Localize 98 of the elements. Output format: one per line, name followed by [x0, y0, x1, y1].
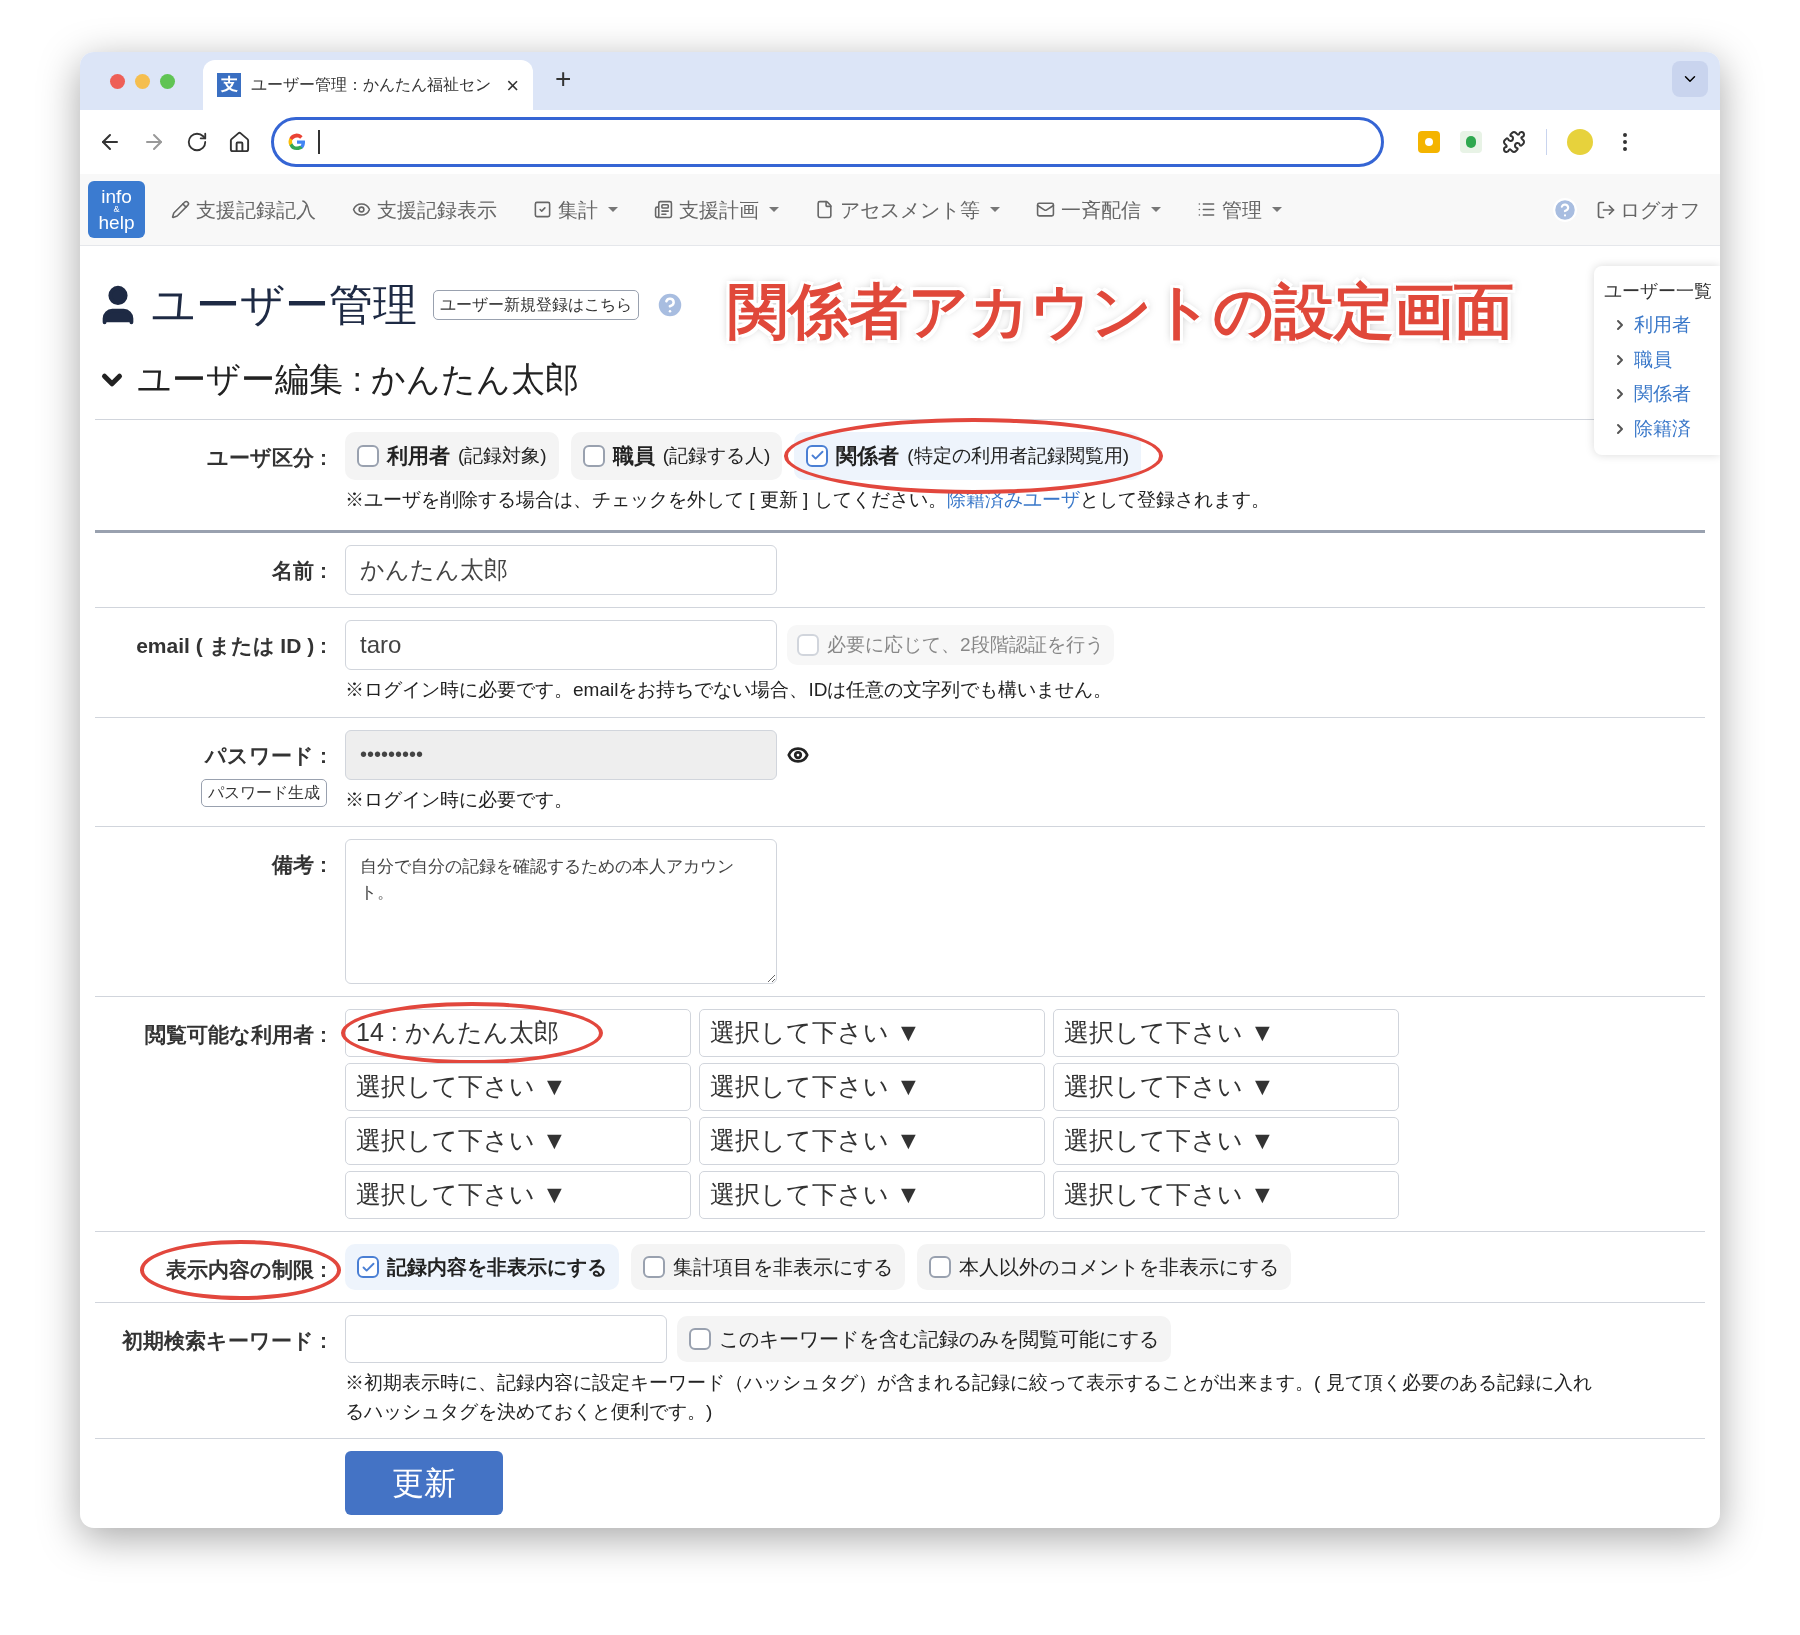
user-select[interactable]: 選択して下さい ▼	[1053, 1009, 1399, 1057]
checkbox[interactable]	[689, 1328, 711, 1350]
help-icon[interactable]	[655, 290, 685, 320]
keyword-field[interactable]	[345, 1315, 667, 1363]
checkbox[interactable]	[582, 444, 605, 467]
generate-password-button[interactable]: パスワード生成	[201, 779, 327, 807]
logout-icon	[1596, 199, 1616, 220]
user-type-option[interactable]: 職員 (記録する人)	[570, 432, 783, 480]
list-icon	[1197, 200, 1216, 219]
nav-menu-item[interactable]: 一斉配信	[1036, 194, 1161, 225]
reload-icon[interactable]	[186, 131, 208, 153]
user-select[interactable]: 14 : かんたん太郎	[345, 1009, 691, 1057]
user-select[interactable]: 選択して下さい ▼	[699, 1063, 1045, 1111]
caret-icon	[1151, 207, 1161, 212]
user-select[interactable]: 選択して下さい ▼	[345, 1117, 691, 1165]
restriction-option[interactable]: 本人以外のコメントを非表示にする	[917, 1244, 1291, 1290]
envelope-icon	[1036, 200, 1055, 219]
user-select[interactable]: 選択して下さい ▼	[699, 1009, 1045, 1057]
nav-menu-item[interactable]: 集計	[533, 194, 618, 225]
leaf-extension-icon[interactable]	[1460, 131, 1482, 153]
email-field[interactable]: taro	[345, 620, 777, 670]
browser-tab[interactable]: 支 ユーザー管理：かんたん福祉セン ×	[203, 60, 533, 110]
nav-menu-item[interactable]: アセスメント等	[815, 194, 1000, 225]
hint-text: ※初期表示時に、記録内容に設定キーワード（ハッシュタグ）が含まれる記録に絞って表示することが出来ます。( 見て頂く必要のある記録に入れるハッシュタグを決めておくと便利です。)	[345, 1371, 1593, 1424]
close-window-icon[interactable]	[110, 73, 125, 89]
hint-text: ※ログイン時に必要です。	[345, 787, 574, 812]
caret-icon	[1272, 207, 1282, 212]
update-button[interactable]: 更新	[345, 1451, 503, 1515]
user-list-link[interactable]: 除籍済	[1604, 414, 1720, 443]
password-field[interactable]: •••••••••	[345, 729, 777, 780]
address-bar[interactable]	[271, 117, 1384, 167]
field-label: 閲覧可能な利用者 :	[145, 1023, 327, 1046]
caret-icon	[769, 207, 779, 212]
user-select[interactable]: 選択して下さい ▼	[1053, 1117, 1399, 1165]
app-logo[interactable]: info & help	[88, 181, 145, 238]
new-tab-button[interactable]: +	[555, 58, 572, 100]
home-icon[interactable]	[228, 130, 251, 154]
close-tab-button[interactable]: ×	[506, 68, 519, 102]
keyword-only-option[interactable]: このキーワードを含む記録のみを閲覧可能にする	[677, 1316, 1171, 1362]
nav-menu-item[interactable]: 支援記録記入	[171, 194, 316, 225]
restriction-option[interactable]: 集計項目を非表示にする	[631, 1244, 905, 1290]
eye-icon	[352, 200, 371, 219]
profile-avatar[interactable]	[1567, 129, 1593, 155]
field-label: 名前 :	[272, 559, 327, 582]
nav-menu-item[interactable]: 支援記録表示	[352, 194, 497, 225]
checkbox-icon	[533, 200, 552, 219]
checkbox[interactable]	[929, 1256, 951, 1278]
field-label: ユーザ区分 :	[207, 446, 327, 469]
logoff-link[interactable]: ログオフ	[1596, 194, 1700, 225]
user-type-option[interactable]: 利用者 (記録対象)	[345, 432, 559, 480]
tab-favicon: 支	[217, 73, 241, 97]
restriction-option[interactable]: 記録内容を非表示にする	[345, 1244, 619, 1290]
user-select[interactable]: 選択して下さい ▼	[345, 1171, 691, 1219]
annotation-text: 関係者アカウントの設定画面	[728, 277, 1514, 347]
nav-menu-item[interactable]: 支援計画	[654, 194, 779, 225]
user-list-link[interactable]: 関係者	[1604, 380, 1720, 409]
field-label: 備考 :	[272, 853, 327, 876]
logo-text: info	[101, 188, 132, 206]
user-select[interactable]: 選択して下さい ▼	[699, 1171, 1045, 1219]
nav-menu-item[interactable]: 管理	[1197, 194, 1282, 225]
page-title: ユーザー管理	[151, 279, 417, 331]
bookmark-extension-icon[interactable]	[1418, 131, 1440, 153]
logo-text: &	[113, 205, 120, 214]
user-select[interactable]: 選択して下さい ▼	[699, 1117, 1045, 1165]
field-label: 初期検索キーワード :	[122, 1329, 327, 1352]
caret-icon	[608, 207, 618, 212]
file-icon	[815, 200, 834, 219]
puzzle-icon[interactable]	[1502, 130, 1526, 154]
user-list-link[interactable]: 利用者	[1604, 311, 1720, 340]
checkbox[interactable]	[643, 1256, 665, 1278]
document-icon	[654, 200, 673, 219]
field-label: 表示内容の制限 :	[166, 1258, 327, 1281]
section-title: ユーザー編集 : かんたん太郎	[137, 359, 580, 400]
google-g-icon	[286, 131, 308, 153]
maximize-window-icon[interactable]	[160, 73, 175, 89]
user-select[interactable]: 選択して下さい ▼	[345, 1063, 691, 1111]
user-select[interactable]: 選択して下さい ▼	[1053, 1063, 1399, 1111]
logo-text: help	[98, 213, 135, 231]
minimize-window-icon[interactable]	[135, 73, 150, 89]
name-field[interactable]: かんたん太郎	[345, 545, 777, 595]
tab-title: ユーザー管理：かんたん福祉セン	[251, 75, 491, 95]
user-type-option[interactable]: 関係者 (特定の利用者記録閲覧用)	[794, 432, 1141, 480]
new-user-button[interactable]: ユーザー新規登録はこちら	[433, 290, 639, 320]
caret-icon	[990, 207, 1000, 212]
user-select[interactable]: 選択して下さい ▼	[1053, 1171, 1399, 1219]
checkbox[interactable]	[357, 1256, 379, 1278]
help-icon[interactable]	[1552, 196, 1578, 223]
checkbox[interactable]	[357, 444, 379, 467]
user-list-link[interactable]: 職員	[1604, 345, 1720, 374]
tab-menu-button[interactable]	[1672, 61, 1708, 97]
remarks-field[interactable]: 自分で自分の記録を確認するための本人アカウント。	[345, 839, 777, 984]
pencil-icon	[171, 200, 190, 219]
field-label: email ( または ID ) :	[136, 634, 327, 657]
panel-title: ユーザー一覧	[1604, 280, 1713, 303]
hint-text: ※ログイン時に必要です。emailをお持ちでない場合、IDは任意の文字列でも構いません。	[345, 678, 1114, 702]
text-cursor	[318, 130, 320, 154]
field-label: パスワード :	[205, 743, 327, 767]
checkbox[interactable]	[806, 444, 829, 467]
